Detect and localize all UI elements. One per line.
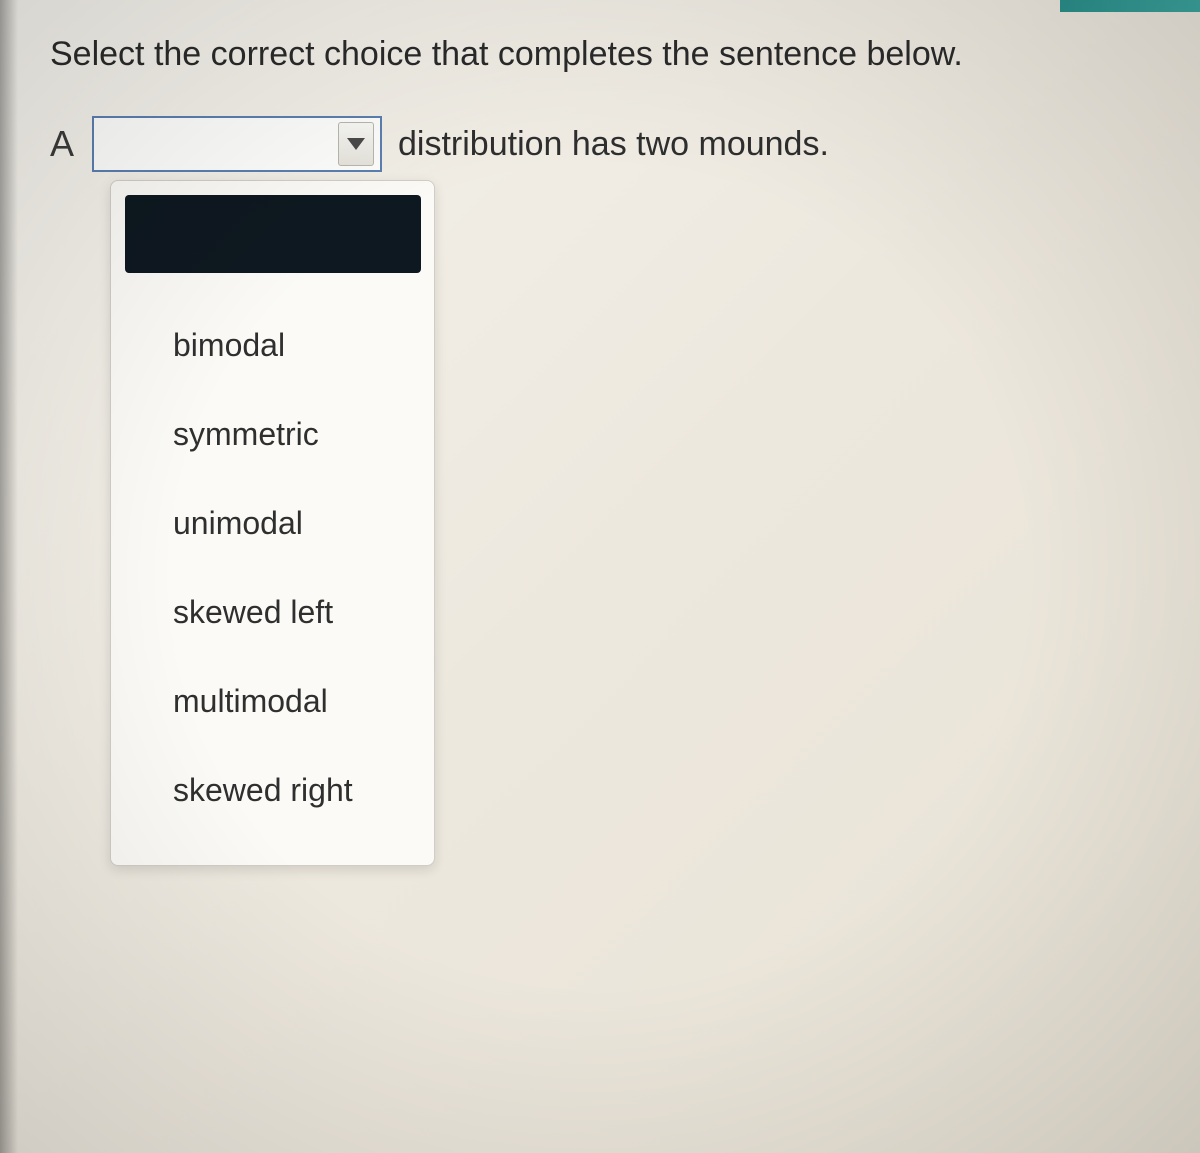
sentence-suffix: distribution has two mounds. [398, 125, 829, 164]
dropdown-option-multimodal[interactable]: multimodal [125, 657, 420, 746]
dropdown-option-unimodal[interactable]: unimodal [125, 479, 420, 568]
dropdown-options-panel: bimodal symmetric unimodal skewed left m… [110, 180, 435, 866]
answer-dropdown[interactable] [92, 116, 382, 172]
dropdown-toggle-button[interactable] [338, 122, 374, 166]
sentence-row: A distribution has two mounds. [50, 116, 1150, 172]
dropdown-option-blank[interactable] [125, 195, 421, 273]
sentence-prefix: A [50, 123, 74, 165]
question-prompt: Select the correct choice that completes… [50, 35, 1150, 74]
dropdown-option-bimodal[interactable]: bimodal [125, 301, 420, 390]
left-shadow [0, 0, 18, 1153]
dropdown-option-skewed-left[interactable]: skewed left [125, 568, 420, 657]
chevron-down-icon [347, 138, 365, 150]
dropdown-option-skewed-right[interactable]: skewed right [125, 746, 420, 835]
dropdown-option-symmetric[interactable]: symmetric [125, 390, 420, 479]
window-accent-bar [1060, 0, 1200, 12]
